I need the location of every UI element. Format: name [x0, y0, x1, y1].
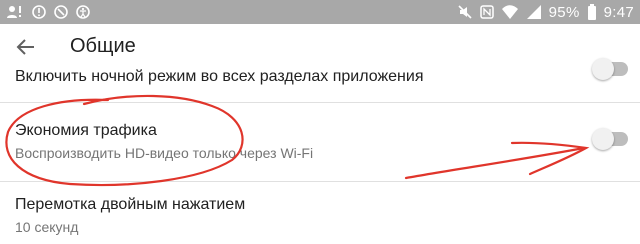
toggle-thumb — [592, 128, 614, 150]
battery-percent: 95% — [548, 3, 580, 21]
accessibility-icon — [76, 5, 90, 19]
status-bar-left — [6, 2, 90, 22]
setting-title: Включить ночной режим во всех разделах п… — [15, 68, 424, 85]
status-bar: 95% 9:47 — [0, 0, 640, 24]
setting-double-tap-seek[interactable]: Перемотка двойным нажатием 10 секунд — [0, 182, 640, 244]
alert-icon — [32, 5, 46, 19]
page-title: Общие — [70, 35, 136, 57]
status-time: 9:47 — [603, 3, 634, 21]
battery-icon — [587, 4, 597, 20]
setting-data-saving[interactable]: Экономия трафика Воспроизводить HD-видео… — [0, 103, 640, 181]
toggle-thumb — [592, 58, 614, 80]
setting-title: Перемотка двойным нажатием — [15, 196, 246, 213]
arrow-back-icon — [16, 37, 36, 57]
status-bar-right: 95% 9:47 — [457, 2, 634, 22]
setting-subtitle: 10 секунд — [15, 219, 79, 235]
back-button[interactable] — [12, 33, 40, 61]
data-saving-toggle[interactable] — [592, 128, 628, 150]
wifi-icon — [501, 4, 519, 20]
no-sync-icon — [54, 5, 68, 19]
setting-night-mode[interactable]: Включить ночной режим во всех разделах п… — [0, 58, 640, 102]
setting-subtitle: Воспроизводить HD-видео только через Wi-… — [15, 145, 314, 161]
setting-title: Экономия трафика — [15, 122, 157, 139]
account-alert-icon — [6, 4, 24, 20]
mute-icon — [457, 4, 473, 20]
nfc-icon — [479, 5, 494, 19]
signal-icon — [526, 4, 542, 20]
night-mode-toggle[interactable] — [592, 58, 628, 80]
